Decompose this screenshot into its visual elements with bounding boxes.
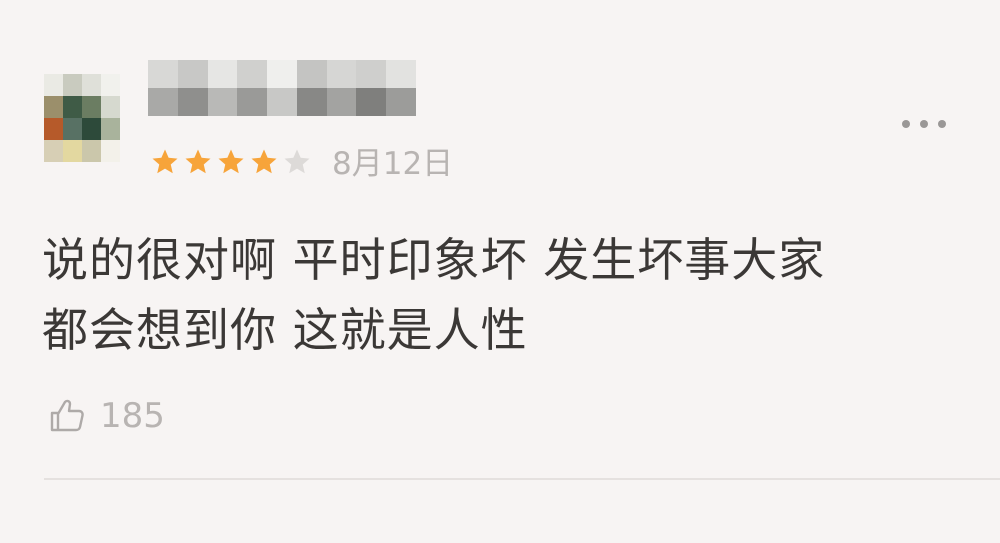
- star-rating: [150, 142, 315, 182]
- star-filled-icon: [251, 149, 277, 174]
- more-options-icon[interactable]: [902, 112, 946, 136]
- thumbs-up-icon: [50, 399, 84, 432]
- comment-date: 8月12日: [332, 146, 454, 182]
- star-empty-icon: [284, 149, 310, 174]
- star-filled-icon: [218, 149, 244, 174]
- star-filled-icon: [152, 149, 178, 174]
- like-button[interactable]: 185: [46, 392, 165, 440]
- comment-text-line: 说的很对啊 平时印象坏 发生坏事大家: [42, 233, 826, 287]
- divider: [44, 478, 1000, 480]
- username-blurred[interactable]: [148, 60, 416, 116]
- like-count: 185: [100, 396, 165, 436]
- star-filled-icon: [185, 149, 211, 174]
- comment-text-line: 都会想到你 这就是人性: [42, 303, 528, 357]
- avatar[interactable]: [44, 74, 120, 162]
- comment-text: 说的很对啊 平时印象坏 发生坏事大家 都会想到你 这就是人性: [42, 225, 962, 365]
